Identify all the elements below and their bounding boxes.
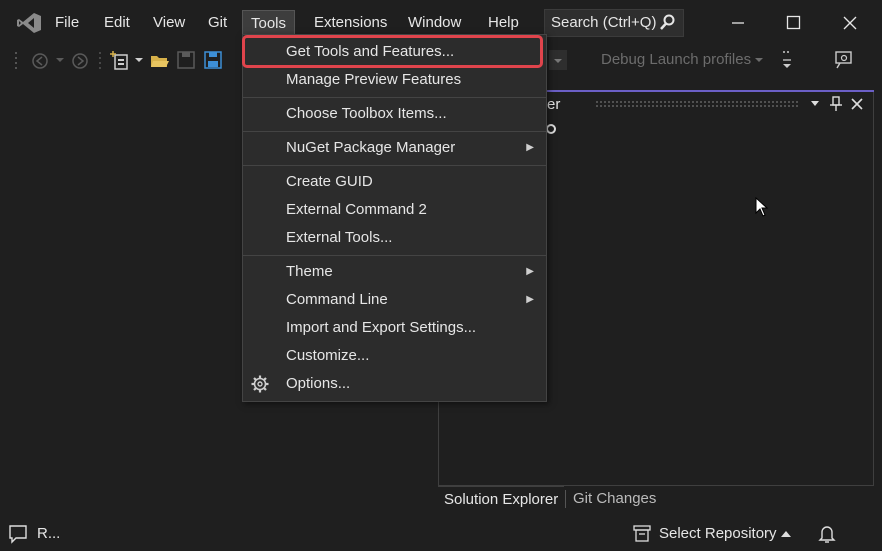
search-label: Search (Ctrl+Q) bbox=[551, 14, 657, 31]
navigate-back-icon[interactable] bbox=[30, 51, 50, 71]
menu-separator bbox=[243, 165, 546, 166]
tools-menu: Get Tools and Features... Manage Preview… bbox=[242, 34, 547, 402]
menu-item-import-export-settings[interactable]: Import and Export Settings... bbox=[243, 315, 546, 341]
menu-item-label: Command Line bbox=[286, 291, 388, 308]
tab-divider bbox=[565, 490, 566, 508]
repository-icon bbox=[633, 525, 651, 543]
menu-separator bbox=[243, 97, 546, 98]
menu-item-customize[interactable]: Customize... bbox=[243, 343, 546, 369]
panel-title: er bbox=[547, 96, 561, 113]
menu-item-command-line[interactable]: Command Line ▶ bbox=[243, 287, 546, 313]
submenu-arrow-icon: ▶ bbox=[526, 294, 534, 305]
menu-file[interactable]: File bbox=[47, 10, 87, 36]
panel-options-dropdown-icon[interactable] bbox=[809, 98, 821, 110]
toolbar-separator bbox=[98, 50, 102, 72]
maximize-button[interactable] bbox=[786, 15, 802, 31]
panel-close-icon[interactable] bbox=[850, 97, 864, 111]
menu-item-nuget-package-manager[interactable]: NuGet Package Manager ▶ bbox=[243, 135, 546, 161]
submenu-arrow-icon: ▶ bbox=[526, 266, 534, 277]
menu-item-external-command-2[interactable]: External Command 2 bbox=[243, 197, 546, 223]
mouse-cursor-icon bbox=[755, 197, 769, 217]
menu-extensions[interactable]: Extensions bbox=[306, 10, 395, 36]
config-dropdown[interactable] bbox=[549, 50, 567, 70]
menu-item-external-tools[interactable]: External Tools... bbox=[243, 225, 546, 251]
close-window-button[interactable] bbox=[842, 15, 858, 31]
menu-item-label: Manage Preview Features bbox=[286, 71, 462, 88]
menu-window[interactable]: Window bbox=[400, 10, 469, 36]
menu-separator bbox=[243, 131, 546, 132]
menu-item-label: Customize... bbox=[286, 347, 370, 364]
highlight-annotation bbox=[242, 35, 543, 68]
menu-separator bbox=[243, 255, 546, 256]
feedback-icon[interactable] bbox=[8, 524, 28, 544]
menu-item-label: NuGet Package Manager bbox=[286, 139, 456, 156]
debug-profiles-dropdown-icon[interactable] bbox=[755, 55, 763, 65]
status-text: R... bbox=[37, 525, 61, 542]
menu-tools[interactable]: Tools bbox=[242, 10, 296, 36]
menu-item-manage-preview-features[interactable]: Manage Preview Features bbox=[243, 67, 546, 93]
menu-help[interactable]: Help bbox=[480, 10, 527, 36]
menu-item-label: External Tools... bbox=[286, 229, 393, 246]
navigate-forward-icon[interactable] bbox=[70, 51, 90, 71]
menu-item-label: Create GUID bbox=[286, 173, 373, 190]
menu-item-label: External Command 2 bbox=[286, 201, 427, 218]
search-box[interactable]: Search (Ctrl+Q) bbox=[544, 9, 684, 37]
notifications-bell-icon[interactable] bbox=[818, 524, 836, 544]
pin-icon[interactable] bbox=[829, 96, 843, 112]
status-bar: R... Select Repository bbox=[0, 517, 882, 551]
chevron-up-icon[interactable] bbox=[781, 530, 791, 538]
menu-item-theme[interactable]: Theme ▶ bbox=[243, 259, 546, 285]
menu-view[interactable]: View bbox=[145, 10, 193, 36]
toolbar-overflow-icon[interactable] bbox=[780, 49, 794, 73]
back-dropdown-icon[interactable] bbox=[56, 55, 64, 65]
save-all-icon[interactable] bbox=[204, 51, 222, 69]
menu-item-create-guid[interactable]: Create GUID bbox=[243, 169, 546, 195]
panel-title-grip[interactable] bbox=[595, 100, 800, 108]
menu-item-label: Choose Toolbox Items... bbox=[286, 105, 447, 122]
live-share-icon[interactable] bbox=[834, 50, 854, 70]
menu-item-options[interactable]: Options... bbox=[243, 371, 546, 397]
search-icon bbox=[659, 10, 675, 36]
menu-item-label: Options... bbox=[286, 375, 351, 392]
menu-item-label: Theme bbox=[286, 263, 333, 280]
menu-git[interactable]: Git bbox=[200, 10, 235, 36]
tab-git-changes[interactable]: Git Changes bbox=[567, 486, 662, 512]
select-repository-button[interactable]: Select Repository bbox=[659, 525, 777, 542]
open-folder-icon[interactable] bbox=[150, 51, 170, 71]
gear-icon bbox=[251, 375, 269, 393]
menu-edit[interactable]: Edit bbox=[96, 10, 138, 36]
new-project-icon[interactable] bbox=[110, 50, 132, 72]
toolbar-grip-icon[interactable] bbox=[14, 50, 18, 72]
panel-tabs: Solution Explorer Git Changes bbox=[438, 486, 874, 513]
debug-launch-profiles[interactable]: Debug Launch profiles bbox=[601, 51, 751, 68]
save-icon[interactable] bbox=[177, 51, 195, 69]
submenu-arrow-icon: ▶ bbox=[526, 142, 534, 153]
menu-item-label: Import and Export Settings... bbox=[286, 319, 477, 336]
menu-item-choose-toolbox-items[interactable]: Choose Toolbox Items... bbox=[243, 101, 546, 127]
minimize-button[interactable] bbox=[730, 14, 746, 32]
tab-solution-explorer[interactable]: Solution Explorer bbox=[438, 486, 565, 513]
new-project-dropdown-icon[interactable] bbox=[135, 55, 143, 65]
visual-studio-logo-icon[interactable] bbox=[16, 12, 42, 34]
